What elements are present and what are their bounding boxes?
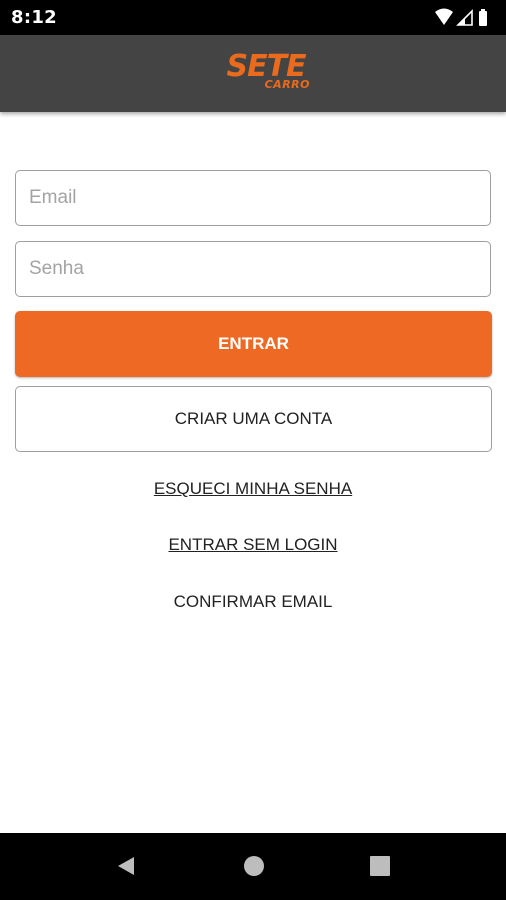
- enter-without-login-link[interactable]: ENTRAR SEM LOGIN: [168, 535, 337, 554]
- status-bar: 8:12: [0, 0, 506, 35]
- back-icon[interactable]: [115, 855, 137, 882]
- home-icon[interactable]: [243, 855, 265, 882]
- confirm-email-link[interactable]: CONFIRMAR EMAIL: [174, 592, 333, 611]
- status-icons: [434, 8, 496, 28]
- status-time: 8:12: [11, 7, 57, 28]
- signal-icon: [456, 9, 473, 26]
- logo-sub-text: CARRO: [264, 78, 310, 91]
- battery-icon: [479, 9, 487, 26]
- password-field[interactable]: [15, 241, 491, 297]
- app-logo: SETE CARRO: [220, 52, 312, 94]
- navigation-bar: [0, 833, 506, 900]
- create-account-button[interactable]: CRIAR UMA CONTA: [15, 386, 492, 452]
- confirm-email-link-row: CONFIRMAR EMAIL: [0, 592, 506, 612]
- email-field[interactable]: [15, 170, 491, 226]
- recents-icon[interactable]: [369, 855, 391, 882]
- login-button[interactable]: ENTRAR: [15, 311, 492, 377]
- forgot-password-link-row: ESQUECI MINHA SENHA: [0, 479, 506, 499]
- forgot-password-link[interactable]: ESQUECI MINHA SENHA: [154, 479, 352, 498]
- wifi-icon: [435, 8, 453, 25]
- enter-without-login-link-row: ENTRAR SEM LOGIN: [0, 535, 506, 555]
